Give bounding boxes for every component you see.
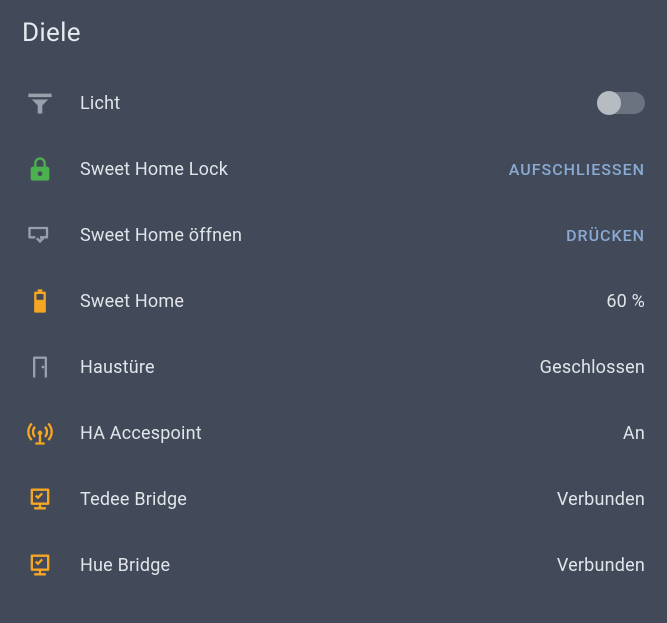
light-icon — [22, 89, 80, 117]
door-icon — [22, 353, 80, 381]
entity-value: An — [623, 423, 645, 444]
lock-icon — [22, 155, 80, 183]
unlock-button[interactable]: AUFSCHLIESSEN — [499, 154, 645, 185]
entity-label: Licht — [80, 93, 597, 114]
entity-label: Haustüre — [80, 357, 540, 378]
entity-label: Sweet Home — [80, 291, 606, 312]
entity-label: HA Accespoint — [80, 423, 623, 444]
entity-value: 60 % — [606, 291, 645, 312]
entity-row-hue[interactable]: Hue Bridge Verbunden — [22, 532, 645, 598]
entity-row-accesspoint[interactable]: HA Accespoint An — [22, 400, 645, 466]
entity-row-door[interactable]: Haustüre Geschlossen — [22, 334, 645, 400]
entity-row-open[interactable]: Sweet Home öffnen DRÜCKEN — [22, 202, 645, 268]
light-toggle[interactable] — [597, 92, 645, 114]
entity-row-lock[interactable]: Sweet Home Lock AUFSCHLIESSEN — [22, 136, 645, 202]
entity-label: Hue Bridge — [80, 555, 557, 576]
card-title: Diele — [22, 18, 645, 48]
entity-row-light[interactable]: Licht — [22, 70, 645, 136]
entity-value: Verbunden — [557, 489, 645, 510]
entity-value: Verbunden — [557, 555, 645, 576]
entity-label: Tedee Bridge — [80, 489, 557, 510]
network-icon — [22, 551, 80, 579]
network-icon — [22, 485, 80, 513]
entities-card: Diele Licht Sweet Home Lock AUFSCHLIESSE… — [0, 0, 667, 608]
access-point-icon — [22, 419, 80, 447]
entity-row-battery[interactable]: Sweet Home 60 % — [22, 268, 645, 334]
toggle-thumb — [597, 91, 621, 115]
entity-label: Sweet Home öffnen — [80, 225, 556, 246]
entity-label: Sweet Home Lock — [80, 159, 499, 180]
entity-value: Geschlossen — [540, 357, 645, 378]
battery-icon — [22, 287, 80, 315]
press-button[interactable]: DRÜCKEN — [556, 220, 645, 251]
gesture-tap-icon — [22, 221, 80, 249]
entity-row-tedee[interactable]: Tedee Bridge Verbunden — [22, 466, 645, 532]
